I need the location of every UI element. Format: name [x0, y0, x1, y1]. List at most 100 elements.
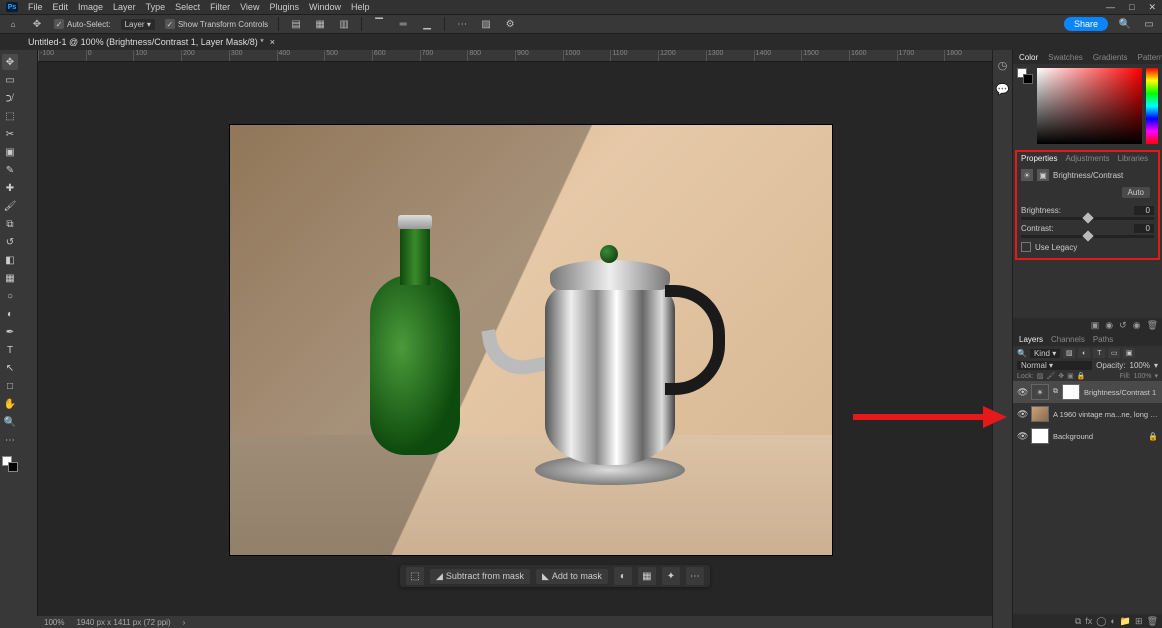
history-brush-tool[interactable]: ↺	[2, 234, 18, 250]
zoom-tool[interactable]: 🔍	[2, 414, 18, 430]
window-close-icon[interactable]: ✕	[1148, 2, 1156, 13]
shape-tool[interactable]: □	[2, 378, 18, 394]
align-center-h-icon[interactable]: ▦	[313, 17, 327, 31]
blur-tool[interactable]: ○	[2, 288, 18, 304]
clone-tool[interactable]: ⧉	[2, 216, 18, 232]
healing-tool[interactable]: ✚	[2, 180, 18, 196]
more-options-icon[interactable]: ⋯	[455, 17, 469, 31]
home-icon[interactable]: ⌂	[6, 17, 20, 31]
layer-image[interactable]: 👁 A 1960 vintage ma...ne, long shadows	[1013, 403, 1162, 425]
crop-tool[interactable]: ✂	[2, 126, 18, 142]
contrast-slider[interactable]: Contrast:0	[1021, 224, 1154, 238]
add-to-mask-button[interactable]: ◣ Add to mask	[536, 569, 608, 584]
blend-mode-select[interactable]: Normal ▾	[1017, 361, 1092, 370]
eraser-tool[interactable]: ◧	[2, 252, 18, 268]
eyedropper-tool[interactable]: ✎	[2, 162, 18, 178]
menu-window[interactable]: Window	[309, 2, 341, 12]
comments-panel-icon[interactable]: 💬	[996, 82, 1010, 96]
fill-value[interactable]: 100%	[1134, 373, 1152, 380]
tab-gradients[interactable]: Gradients	[1093, 53, 1128, 62]
visibility-toggle-icon[interactable]: 👁	[1017, 409, 1027, 420]
reset-icon[interactable]: ↺	[1119, 320, 1127, 331]
auto-select-checkbox[interactable]: Auto-Select:	[54, 19, 111, 29]
lock-transparency-icon[interactable]: ▨	[1037, 372, 1044, 380]
lock-image-icon[interactable]: 🖌	[1046, 372, 1055, 380]
zoom-level[interactable]: 100%	[44, 618, 64, 627]
menu-file[interactable]: File	[28, 2, 43, 12]
filter-shape-icon[interactable]: ▭	[1108, 348, 1120, 358]
frame-tool[interactable]: ▣	[2, 144, 18, 160]
3d-mode-icon[interactable]: ▨	[479, 17, 493, 31]
group-icon[interactable]: 📁	[1120, 616, 1131, 627]
subtract-from-mask-button[interactable]: ◢ Subtract from mask	[430, 569, 530, 584]
align-right-icon[interactable]: ▥	[337, 17, 351, 31]
brightness-value[interactable]: 0	[1134, 206, 1154, 215]
hue-slider[interactable]	[1146, 68, 1158, 144]
layer-name[interactable]: Background	[1053, 432, 1144, 441]
align-middle-icon[interactable]: ═	[396, 17, 410, 31]
invert-mask-icon[interactable]: ◐	[614, 567, 632, 585]
marquee-tool[interactable]: ▭	[2, 72, 18, 88]
visibility-toggle-icon[interactable]: 👁	[1017, 431, 1027, 442]
layer-mask-thumb[interactable]	[1062, 384, 1080, 400]
filter-pixel-icon[interactable]: ▨	[1063, 348, 1075, 358]
color-swatch[interactable]	[2, 456, 18, 472]
filter-smart-icon[interactable]: ▣	[1123, 348, 1135, 358]
search-icon[interactable]: 🔍	[1118, 17, 1132, 31]
adjustment-layer-thumb[interactable]: ☀	[1031, 384, 1049, 400]
visibility-toggle-icon[interactable]: 👁	[1017, 387, 1027, 398]
window-minimize-icon[interactable]: ―	[1106, 2, 1115, 13]
clip-icon[interactable]: ▣	[1091, 320, 1100, 331]
tab-paths[interactable]: Paths	[1093, 335, 1113, 344]
fx-icon[interactable]: fx	[1085, 616, 1092, 626]
show-transform-checkbox[interactable]: Show Transform Controls	[165, 19, 268, 29]
auto-select-target[interactable]: Layer ▾	[121, 19, 155, 30]
view-previous-icon[interactable]: ◉	[1105, 320, 1113, 331]
visibility-icon[interactable]: ◉	[1133, 320, 1141, 331]
tab-swatches[interactable]: Swatches	[1048, 53, 1083, 62]
menu-select[interactable]: Select	[175, 2, 200, 12]
auto-button[interactable]: Auto	[1122, 187, 1150, 198]
filter-kind-select[interactable]: Kind ▾	[1030, 349, 1060, 358]
generative-icon[interactable]: ✦	[662, 567, 680, 585]
edit-toolbar[interactable]: ⋯	[2, 432, 18, 448]
tab-libraries[interactable]: Libraries	[1118, 154, 1149, 163]
fg-bg-mini-swatch[interactable]	[1017, 68, 1033, 84]
document-tab[interactable]: Untitled-1 @ 100% (Brightness/Contrast 1…	[20, 37, 283, 47]
align-bottom-icon[interactable]: ▁	[420, 17, 434, 31]
filter-adjust-icon[interactable]: ◐	[1078, 348, 1090, 358]
background-layer-thumb[interactable]	[1031, 428, 1049, 444]
layer-name[interactable]: Brightness/Contrast 1	[1084, 388, 1158, 397]
brightness-slider[interactable]: Brightness:0	[1021, 206, 1154, 220]
window-maximize-icon[interactable]: □	[1129, 2, 1134, 13]
link-layers-icon[interactable]: ⧉	[1075, 616, 1081, 627]
gradient-tool[interactable]: ▦	[2, 270, 18, 286]
lock-position-icon[interactable]: ✥	[1058, 372, 1064, 380]
mask-icon[interactable]: ▣	[1037, 169, 1049, 181]
tab-channels[interactable]: Channels	[1051, 335, 1085, 344]
hand-tool[interactable]: ✋	[2, 396, 18, 412]
menu-view[interactable]: View	[240, 2, 259, 12]
layer-name[interactable]: A 1960 vintage ma...ne, long shadows	[1053, 410, 1158, 419]
filter-type-icon[interactable]: T	[1093, 348, 1105, 358]
artboard[interactable]	[230, 125, 832, 555]
delete-layer-icon[interactable]: 🗑	[1147, 616, 1158, 627]
share-button[interactable]: Share	[1064, 17, 1108, 31]
color-spectrum[interactable]	[1037, 68, 1142, 144]
opacity-value[interactable]: 100%	[1130, 361, 1150, 370]
menu-help[interactable]: Help	[351, 2, 370, 12]
tab-color[interactable]: Color	[1019, 53, 1038, 62]
settings-gear-icon[interactable]: ⚙	[503, 17, 517, 31]
canvas-area[interactable]: -100010020030040050060070080090010001100…	[20, 50, 992, 628]
close-tab-icon[interactable]: ×	[270, 37, 275, 47]
history-panel-icon[interactable]: ◷	[996, 58, 1010, 72]
new-layer-icon[interactable]: ⊞	[1135, 616, 1143, 627]
contrast-value[interactable]: 0	[1134, 224, 1154, 233]
layer-brightness-contrast[interactable]: 👁 ☀ ⧉ Brightness/Contrast 1	[1013, 381, 1162, 403]
lock-all-icon[interactable]: 🔒	[1077, 372, 1086, 380]
menu-type[interactable]: Type	[146, 2, 166, 12]
more-icon[interactable]: ⋯	[686, 567, 704, 585]
lock-artboard-icon[interactable]: ▣	[1067, 372, 1074, 380]
filter-search-icon[interactable]: 🔍	[1017, 349, 1027, 358]
menu-layer[interactable]: Layer	[113, 2, 136, 12]
